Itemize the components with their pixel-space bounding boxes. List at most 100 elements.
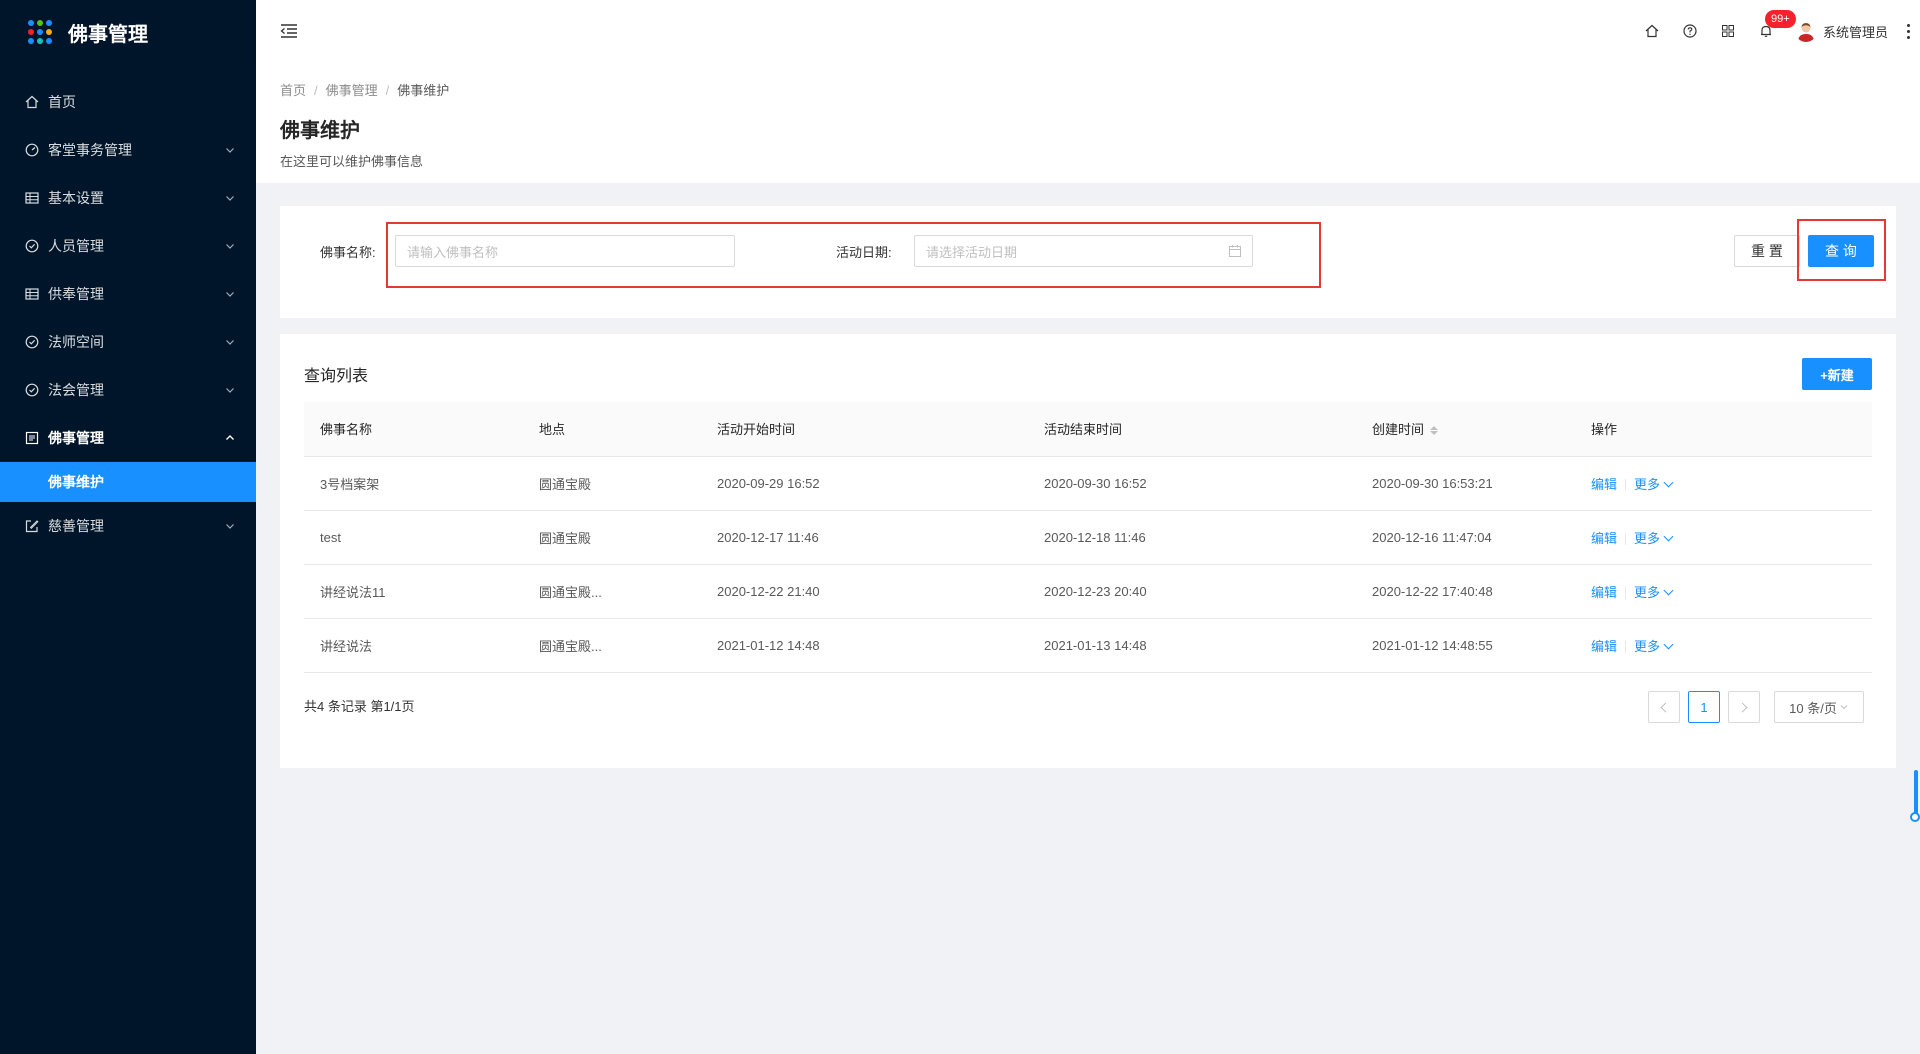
next-page-button[interactable] bbox=[1728, 691, 1760, 723]
sidebar-item-dharma-assembly[interactable]: 法会管理 bbox=[0, 366, 256, 414]
sidebar-item-home[interactable]: 首页 bbox=[0, 78, 256, 126]
cell-name: 3号档案架 bbox=[304, 456, 523, 511]
notification-bell[interactable]: 99+ bbox=[1747, 0, 1796, 62]
home-icon[interactable] bbox=[1633, 0, 1671, 62]
check-circle-icon bbox=[24, 238, 40, 254]
edit-link[interactable]: 编辑 bbox=[1591, 477, 1617, 492]
sort-icon[interactable] bbox=[1430, 426, 1439, 436]
prev-page-button[interactable] bbox=[1648, 691, 1680, 723]
scroll-handle[interactable] bbox=[1910, 812, 1920, 822]
sidebar-item-label: 慈善管理 bbox=[48, 518, 104, 534]
pagination-total: 共4 条记录 第1/1页 bbox=[304, 699, 415, 714]
table-icon bbox=[24, 190, 40, 206]
menu-fold-icon[interactable] bbox=[280, 21, 300, 41]
edit-link[interactable]: 编辑 bbox=[1591, 585, 1617, 600]
cell-actions: 编辑 更多 bbox=[1575, 510, 1872, 565]
more-label: 更多 bbox=[1634, 530, 1661, 546]
sidebar-item-charity[interactable]: 慈善管理 bbox=[0, 502, 256, 550]
chevron-down-icon bbox=[1663, 585, 1674, 595]
cell-created: 2021-01-12 14:48:55 bbox=[1356, 618, 1575, 673]
cell-name: 讲经说法 bbox=[304, 618, 523, 673]
top-header: 99+ 系统管理员 bbox=[256, 0, 1920, 62]
cell-actions: 编辑 更多 bbox=[1575, 456, 1872, 511]
sidebar-item-label: 基本设置 bbox=[48, 190, 104, 206]
table-row: 讲经说法 圆通宝殿... 2021-01-12 14:48 2021-01-13… bbox=[304, 618, 1872, 673]
highlight-box-filters bbox=[386, 222, 1321, 288]
notification-badge: 99+ bbox=[1764, 10, 1796, 28]
sidebar-item-buddhist-affairs[interactable]: 佛事管理 bbox=[0, 414, 256, 462]
sidebar-item-offerings[interactable]: 供奉管理 bbox=[0, 270, 256, 318]
edit-link[interactable]: 编辑 bbox=[1591, 639, 1617, 654]
sidebar-subitem-maintenance[interactable]: 佛事维护 bbox=[0, 462, 256, 502]
column-header-created-label: 创建时间 bbox=[1372, 422, 1425, 438]
page-item-1[interactable]: 1 bbox=[1688, 691, 1720, 723]
user-menu[interactable]: 系统管理员 bbox=[1794, 20, 1888, 42]
apps-logo-icon bbox=[28, 20, 52, 44]
cell-created: 2020-09-30 16:53:21 bbox=[1356, 456, 1575, 511]
chevron-up-icon bbox=[226, 435, 234, 440]
sidebar-item-master-space[interactable]: 法师空间 bbox=[0, 318, 256, 366]
breadcrumb-item-current: 佛事维护 bbox=[397, 83, 450, 98]
page-description: 在这里可以维护佛事信息 bbox=[280, 154, 424, 169]
profile-icon bbox=[24, 430, 40, 446]
check-circle-icon bbox=[24, 334, 40, 350]
cell-place: 圆通宝殿 bbox=[523, 456, 701, 511]
cell-name: test bbox=[304, 510, 523, 565]
name-label: 佛事名称: bbox=[320, 245, 376, 260]
chevron-down-icon bbox=[1840, 705, 1848, 710]
new-button[interactable]: +新建 bbox=[1802, 358, 1872, 390]
breadcrumb-item-home[interactable]: 首页 bbox=[280, 83, 306, 98]
sidebar-item-label: 供奉管理 bbox=[48, 286, 104, 302]
sidebar-item-label: 人员管理 bbox=[48, 238, 104, 254]
edit-icon bbox=[24, 518, 40, 534]
sidebar: 佛事管理 首页 客堂事务管理 基本设置 人员管理 供奉管理 法师空间 法会管理 … bbox=[0, 0, 256, 1054]
list-title: 查询列表 bbox=[304, 368, 369, 385]
breadcrumb: 首页 / 佛事管理 / 佛事维护 bbox=[280, 83, 450, 98]
cell-start: 2021-01-12 14:48 bbox=[701, 618, 1028, 673]
sidebar-subitem-label: 佛事维护 bbox=[48, 474, 104, 490]
dashboard-icon bbox=[24, 142, 40, 158]
cell-end: 2021-01-13 14:48 bbox=[1028, 618, 1356, 673]
table-row: 3号档案架 圆通宝殿 2020-09-29 16:52 2020-09-30 1… bbox=[304, 456, 1872, 511]
sidebar-item-label: 佛事管理 bbox=[48, 430, 104, 446]
column-header-name: 佛事名称 bbox=[304, 402, 523, 457]
result-table: 佛事名称 地点 活动开始时间 活动结束时间 创建时间 操作 3号档案架 圆通宝殿… bbox=[304, 402, 1872, 673]
check-circle-icon bbox=[24, 382, 40, 398]
apps-icon[interactable] bbox=[1709, 0, 1747, 62]
sidebar-item-personnel[interactable]: 人员管理 bbox=[0, 222, 256, 270]
reset-button[interactable]: 重 置 bbox=[1734, 235, 1800, 267]
question-icon[interactable] bbox=[1671, 0, 1709, 62]
more-dropdown[interactable]: 更多 bbox=[1634, 584, 1674, 600]
chevron-down-icon bbox=[1663, 531, 1674, 541]
logo[interactable]: 佛事管理 bbox=[0, 0, 256, 64]
chevron-down-icon bbox=[1663, 477, 1674, 487]
more-dropdown[interactable]: 更多 bbox=[1634, 476, 1674, 492]
cell-start: 2020-09-29 16:52 bbox=[701, 456, 1028, 511]
table-icon bbox=[24, 286, 40, 302]
home-icon bbox=[24, 94, 40, 110]
edit-link[interactable]: 编辑 bbox=[1591, 531, 1617, 546]
more-dropdown[interactable]: 更多 bbox=[1634, 530, 1674, 546]
chevron-down-icon bbox=[226, 340, 234, 345]
chevron-down-icon bbox=[226, 196, 234, 201]
column-header-start: 活动开始时间 bbox=[701, 402, 1028, 457]
more-vertical-icon[interactable] bbox=[1898, 23, 1918, 39]
cell-place: 圆通宝殿 bbox=[523, 510, 701, 565]
sidebar-item-label: 首页 bbox=[48, 94, 76, 110]
more-label: 更多 bbox=[1634, 584, 1661, 600]
cell-name: 讲经说法11 bbox=[304, 564, 523, 619]
sidebar-item-reception[interactable]: 客堂事务管理 bbox=[0, 126, 256, 174]
page-header: 首页 / 佛事管理 / 佛事维护 佛事维护 在这里可以维护佛事信息 bbox=[256, 62, 1920, 183]
more-label: 更多 bbox=[1634, 476, 1661, 492]
cell-actions: 编辑 更多 bbox=[1575, 564, 1872, 619]
avatar bbox=[1794, 20, 1817, 42]
column-header-created[interactable]: 创建时间 bbox=[1356, 402, 1575, 457]
chevron-down-icon bbox=[226, 148, 234, 153]
breadcrumb-item-buddhist-affairs[interactable]: 佛事管理 bbox=[326, 83, 378, 98]
page-size-select[interactable]: 10 条/页 bbox=[1774, 691, 1864, 723]
sidebar-item-label: 法会管理 bbox=[48, 382, 104, 398]
more-dropdown[interactable]: 更多 bbox=[1634, 639, 1674, 654]
sidebar-item-basic-settings[interactable]: 基本设置 bbox=[0, 174, 256, 222]
column-header-end: 活动结束时间 bbox=[1028, 402, 1356, 457]
chevron-down-icon bbox=[226, 292, 234, 297]
